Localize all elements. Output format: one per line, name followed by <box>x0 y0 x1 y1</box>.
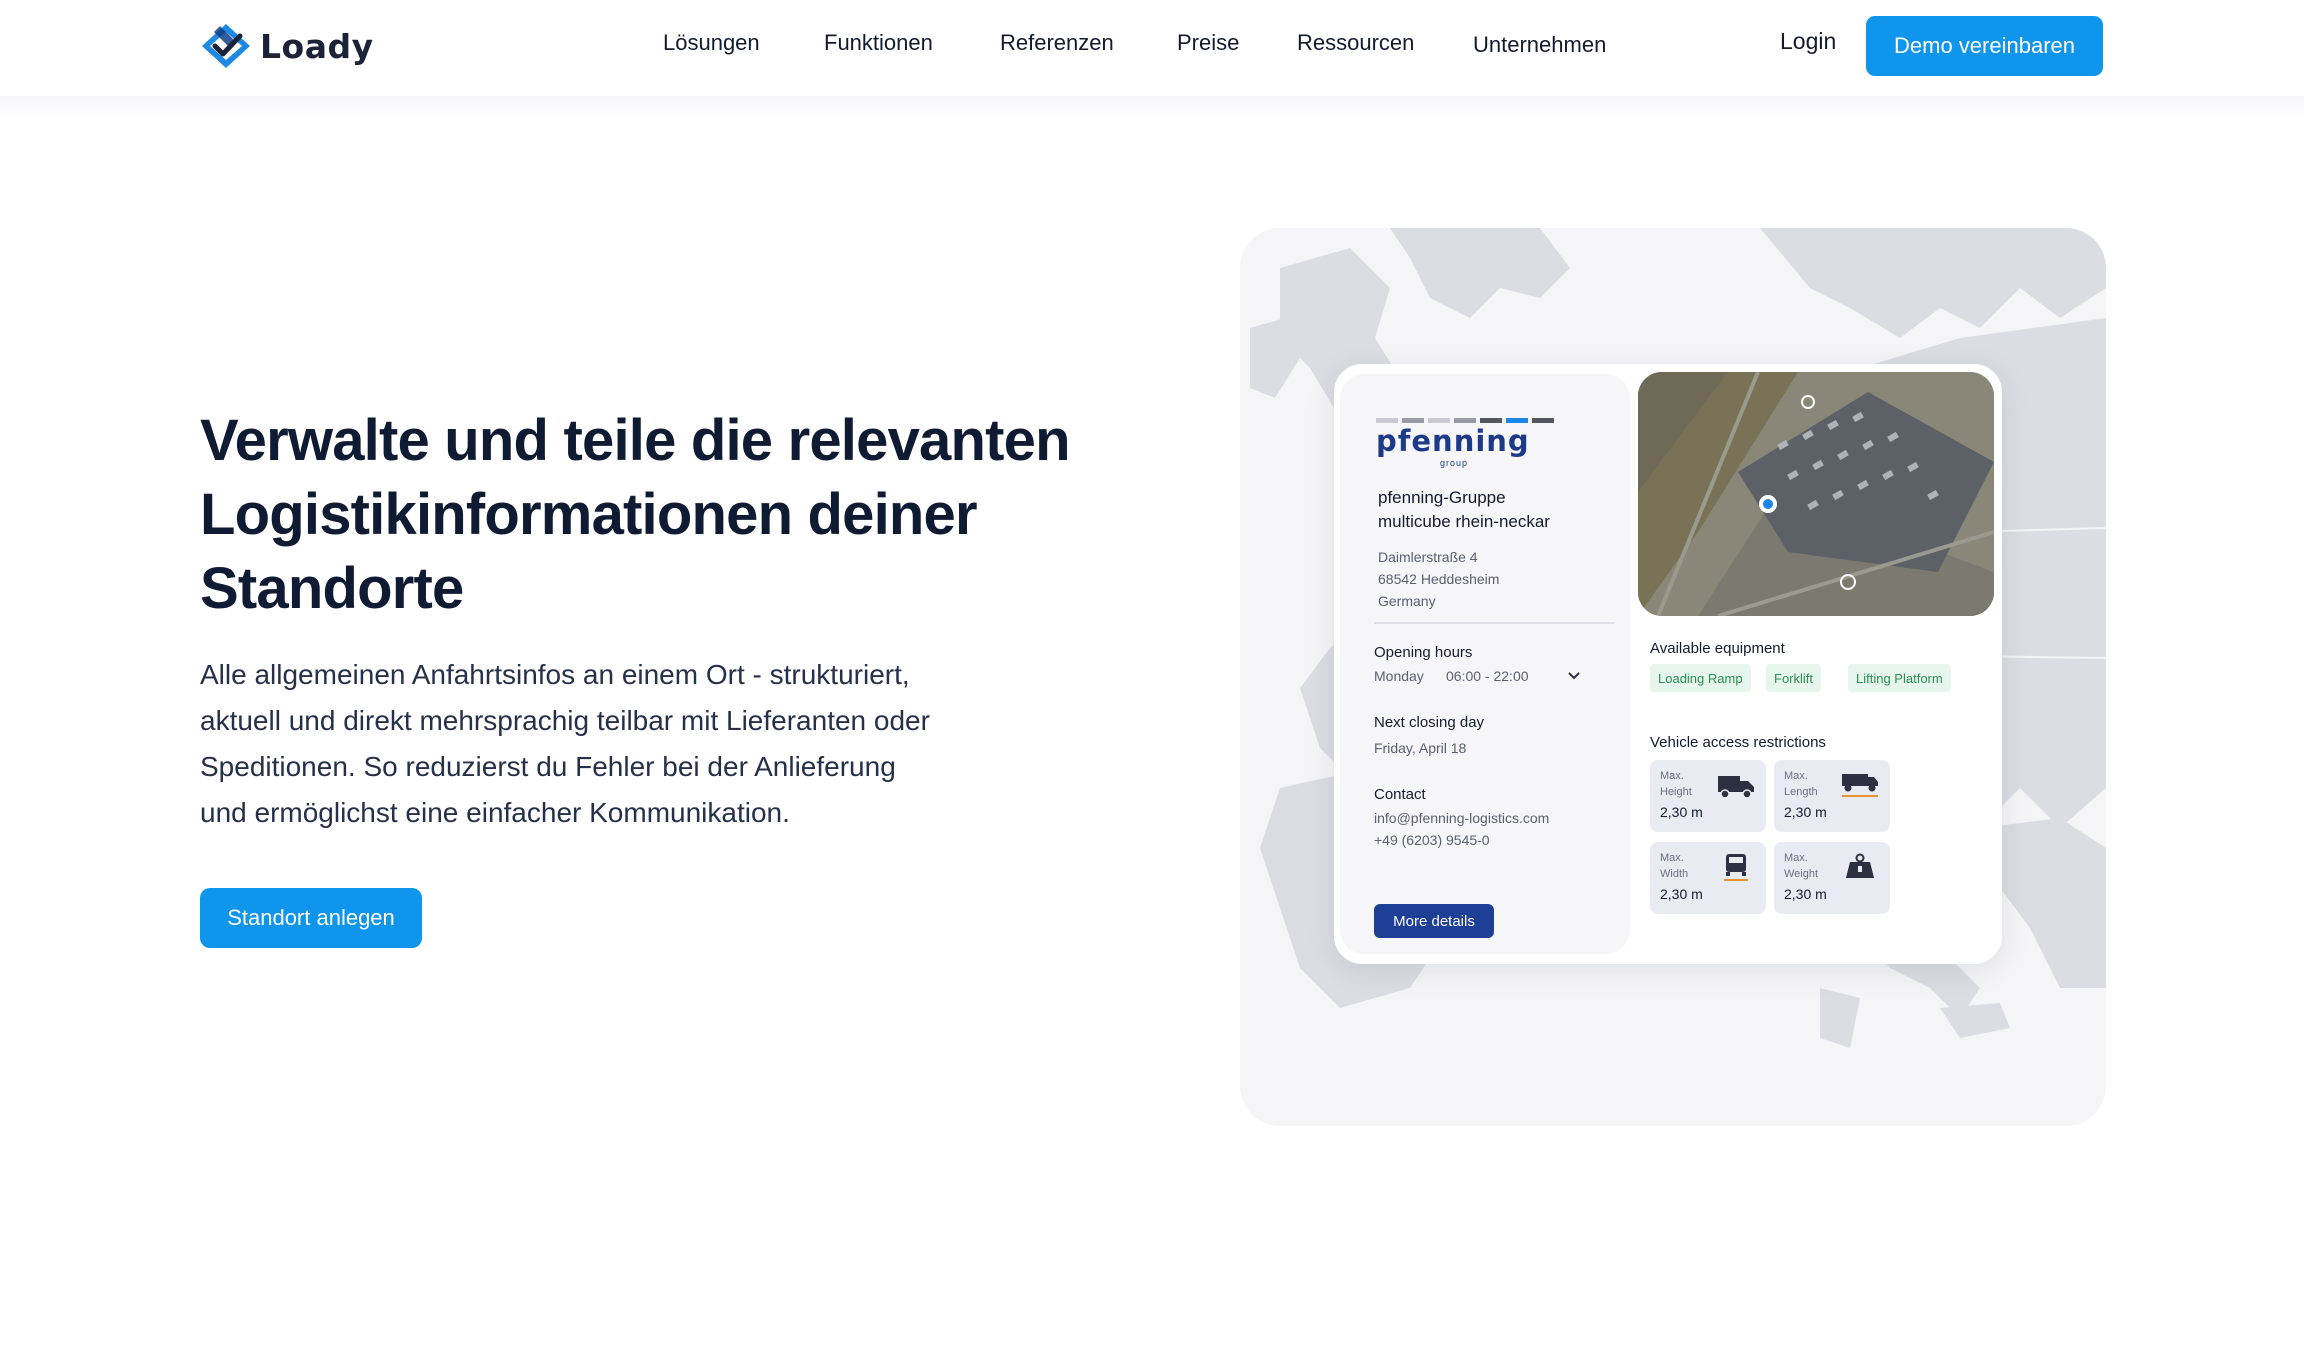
demo-button[interactable]: Demo vereinbaren <box>1866 16 2103 76</box>
restriction-label: Max. Width <box>1660 850 1720 882</box>
restriction-label-max: Max. <box>1784 770 1808 782</box>
truck-height-icon <box>1718 776 1754 799</box>
equipment-chip: Loading Ramp <box>1650 664 1751 692</box>
hero-text-line: aktuell und direkt mehrsprachig teilbar … <box>200 705 930 736</box>
contact-phone[interactable]: +49 (6203) 9545-0 <box>1374 832 1490 848</box>
restriction-tile-length: Max. Length 2,30 m <box>1774 760 1890 832</box>
restriction-value: 2,30 m <box>1784 804 1827 820</box>
equipment-chip: Forklift <box>1766 664 1821 692</box>
weight-icon <box>1846 853 1874 878</box>
loady-logo-icon <box>202 24 250 68</box>
logo-text: Loady <box>260 26 374 66</box>
company-logo-sub: group <box>1440 458 1469 468</box>
restriction-label: Max. Height <box>1660 768 1720 800</box>
opening-hours-day: Monday <box>1374 668 1424 684</box>
aerial-photo <box>1638 372 1994 616</box>
contact-title: Contact <box>1374 786 1426 803</box>
restriction-value: 2,30 m <box>1784 886 1827 902</box>
address-line: 68542 Heddesheim <box>1378 571 1500 587</box>
address-line: Germany <box>1378 593 1436 609</box>
restriction-label-max: Max. <box>1660 852 1684 864</box>
truck-width-icon <box>1724 854 1748 881</box>
nav-item-unternehmen[interactable]: Unternehmen <box>1473 32 1606 58</box>
location-info-panel: pfenning group pfenning-Gruppe multicube… <box>1340 374 1630 954</box>
truck-length-icon <box>1842 774 1878 797</box>
chevron-down-icon[interactable] <box>1566 670 1582 682</box>
restriction-label: Max. Weight <box>1784 850 1844 882</box>
restriction-label-max: Max. <box>1784 852 1808 864</box>
contact-email[interactable]: info@pfenning-logistics.com <box>1374 810 1549 826</box>
equipment-title: Available equipment <box>1650 640 1785 657</box>
next-closing-value: Friday, April 18 <box>1374 740 1467 756</box>
hero-text-line: Speditionen. So reduzierst du Fehler bei… <box>200 751 896 782</box>
location-name-line: pfenning-Gruppe <box>1378 488 1506 507</box>
divider <box>1374 622 1614 624</box>
restrictions-title: Vehicle access restrictions <box>1650 734 1826 751</box>
hero-description: Alle allgemeinen Anfahrtsinfos an einem … <box>200 652 1020 836</box>
restriction-tile-width: Max. Width 2,30 m <box>1650 842 1766 914</box>
hero-title-line: Standorte <box>200 556 464 621</box>
location-name: pfenning-Gruppe multicube rhein-neckar <box>1378 486 1618 534</box>
hero-title: Verwalte und teile die relevanten Logist… <box>200 404 1130 626</box>
nav-item-preise[interactable]: Preise <box>1177 30 1239 56</box>
login-link[interactable]: Login <box>1780 28 1836 55</box>
header-shadow <box>0 96 2304 120</box>
restriction-label-type: Height <box>1660 786 1692 798</box>
hero-illustration: pfenning group pfenning-Gruppe multicube… <box>1240 228 2106 1126</box>
nav-item-referenzen[interactable]: Referenzen <box>1000 30 1114 56</box>
restriction-label-type: Weight <box>1784 868 1819 880</box>
nav-item-funktionen[interactable]: Funktionen <box>824 30 933 56</box>
nav-item-ressourcen[interactable]: Ressourcen <box>1297 30 1414 56</box>
pfenning-stripes <box>1376 418 1554 423</box>
nav-item-loesungen[interactable]: Lösungen <box>663 30 760 56</box>
hero-title-line: Verwalte und teile die relevanten <box>200 408 1071 473</box>
address-line: Daimlerstraße 4 <box>1378 549 1478 565</box>
company-logo: pfenning <box>1376 424 1530 458</box>
create-location-button[interactable]: Standort anlegen <box>200 888 422 948</box>
more-details-button[interactable]: More details <box>1374 904 1494 938</box>
restriction-label-type: Length <box>1784 786 1818 798</box>
restriction-tile-height: Max. Height 2,30 m <box>1650 760 1766 832</box>
restriction-label-max: Max. <box>1660 770 1684 782</box>
restriction-label: Max. Length <box>1784 768 1844 800</box>
hero-text-line: Alle allgemeinen Anfahrtsinfos an einem … <box>200 659 910 690</box>
aerial-photo-image <box>1638 372 1994 616</box>
equipment-chip: Lifting Platform <box>1848 664 1951 692</box>
restriction-value: 2,30 m <box>1660 804 1703 820</box>
restriction-value: 2,30 m <box>1660 886 1703 902</box>
hero-title-line: Logistikinformationen deiner <box>200 482 978 547</box>
restriction-tile-weight: Max. Weight 2,30 m <box>1774 842 1890 914</box>
location-card: pfenning group pfenning-Gruppe multicube… <box>1334 364 2002 964</box>
location-name-line: multicube rhein-neckar <box>1378 512 1550 531</box>
next-closing-title: Next closing day <box>1374 714 1485 731</box>
opening-hours-time: 06:00 - 22:00 <box>1446 668 1529 684</box>
logo[interactable]: Loady <box>200 22 374 70</box>
opening-hours-title: Opening hours <box>1374 644 1473 661</box>
location-address: Daimlerstraße 4 68542 Heddesheim Germany <box>1378 546 1499 612</box>
hero-text-line: und ermöglichst eine einfacher Kommunika… <box>200 797 790 828</box>
restriction-label-type: Width <box>1660 868 1689 880</box>
site-header: Loady Lösungen Funktionen Referenzen Pre… <box>0 0 2304 96</box>
